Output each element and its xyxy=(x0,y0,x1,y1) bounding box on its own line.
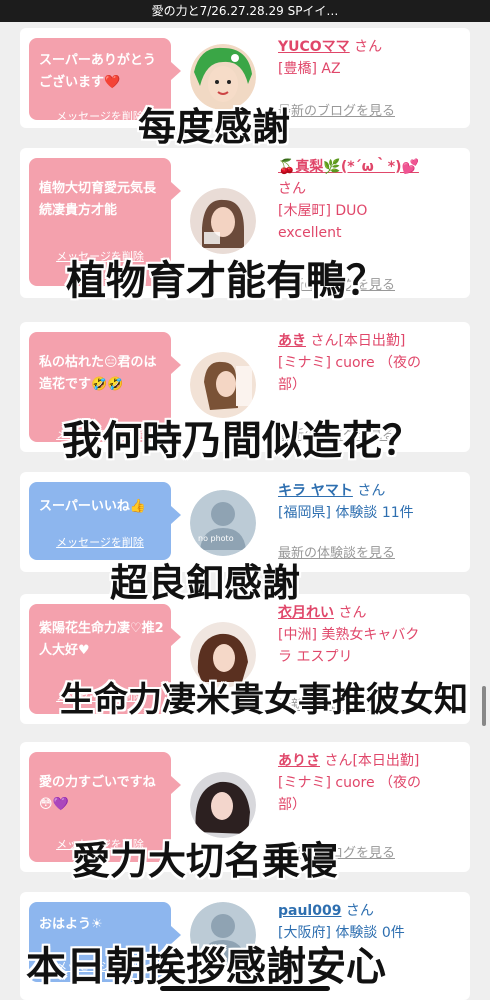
user-suffix: さん xyxy=(324,753,353,769)
overlay-caption: 植物育才能有鴨？ xyxy=(66,258,386,304)
overlay-caption: 每度感謝 xyxy=(138,105,291,149)
user-area: excellent xyxy=(278,225,342,241)
no-photo-icon xyxy=(190,490,256,556)
user-suffix: さん xyxy=(338,605,367,621)
message-bubble: スーパーいいね👍 メッセージを削除 xyxy=(29,482,181,560)
user-area: [福岡県] 体験談 11件 xyxy=(278,505,414,521)
user-name-link[interactable]: キラ ヤマト xyxy=(278,483,353,499)
user-info: YUCOママ さん [豊橋] AZ xyxy=(278,36,460,80)
overlay-caption: 愛力大切名乗寝 xyxy=(72,839,339,883)
user-area: ラ エスプリ xyxy=(278,649,353,665)
user-suffix: さん xyxy=(354,39,383,55)
user-name-link[interactable]: 🍒真梨🌿(*´ω｀*)💕 xyxy=(278,159,419,175)
user-suffix: さん xyxy=(345,903,374,919)
avatar[interactable] xyxy=(190,188,256,254)
avatar[interactable] xyxy=(190,772,256,838)
user-name-link[interactable]: 衣月れい xyxy=(278,605,334,621)
user-area: 部） xyxy=(278,797,306,813)
woman-photo-icon xyxy=(190,188,256,254)
message-text: 植物大切育愛元気長続凄貴方才能 xyxy=(39,181,157,218)
no-photo-label: no photo xyxy=(198,534,234,543)
user-area: [中洲] 美熟女キャバク xyxy=(278,627,420,643)
message-text: おはよう☀ xyxy=(39,917,103,932)
work-status: [本日出勤] xyxy=(352,753,420,769)
user-info: 🍒真梨🌿(*´ω｀*)💕 さん [木屋町] DUO excellent xyxy=(278,156,460,244)
user-suffix: さん xyxy=(310,333,339,349)
user-area: [木屋町] DUO xyxy=(278,203,368,219)
user-area: [ミナミ] cuore （夜の xyxy=(278,355,422,371)
overlay-caption: 超良釦感謝 xyxy=(110,561,301,605)
user-info: 衣月れい さん [中洲] 美熟女キャバク ラ エスプリ xyxy=(278,602,460,668)
home-indicator[interactable] xyxy=(160,986,330,991)
woman-photo-icon xyxy=(190,772,256,838)
user-info: ありさ さん[本日出勤] [ミナミ] cuore （夜の 部） xyxy=(278,750,460,816)
user-suffix: さん xyxy=(278,181,306,197)
user-name-link[interactable]: YUCOママ xyxy=(278,39,350,55)
message-text: スーパーいいね👍 xyxy=(39,499,147,514)
status-bar-title: 愛の力と7/26.27.28.29 SPイイ… xyxy=(151,4,339,18)
user-info: キラ ヤマト さん [福岡県] 体験談 11件 xyxy=(278,480,460,524)
user-name-link[interactable]: あき xyxy=(278,333,306,349)
user-info: あき さん[本日出勤] [ミナミ] cuore （夜の 部） xyxy=(278,330,460,396)
overlay-caption: 生命力凄米貴女事推彼女知 xyxy=(60,680,468,720)
user-area: 部） xyxy=(278,377,306,393)
latest-blog-link[interactable]: 最新のブログを見る xyxy=(278,100,395,119)
work-status: [本日出勤] xyxy=(338,333,406,349)
user-area: [豊橋] AZ xyxy=(278,61,341,77)
user-name-link[interactable]: paul009 xyxy=(278,903,341,919)
overlay-caption: 我何時乃間似造花？ xyxy=(62,418,422,464)
overlay-caption: 本日朝挨拶感謝安心 xyxy=(26,944,386,990)
user-area: [ミナミ] cuore （夜の xyxy=(278,775,422,791)
scrollbar[interactable] xyxy=(482,686,486,726)
message-text: 愛の力すごいですね😳💜 xyxy=(39,775,156,812)
message-text: 紫陽花生命力凄♡推2人大好♥ xyxy=(39,621,164,658)
message-text: スーパーありがとうございます❤️ xyxy=(39,53,156,90)
user-suffix: さん xyxy=(357,483,386,499)
user-name-link[interactable]: ありさ xyxy=(278,753,320,769)
delete-message-link[interactable]: メッセージを削除 xyxy=(29,534,171,550)
status-bar: 愛の力と7/26.27.28.29 SPイイ… xyxy=(0,0,490,22)
avatar[interactable]: no photo xyxy=(190,490,256,556)
message-text: 私の枯れた😑君のは造花です🤣🤣 xyxy=(39,355,157,392)
